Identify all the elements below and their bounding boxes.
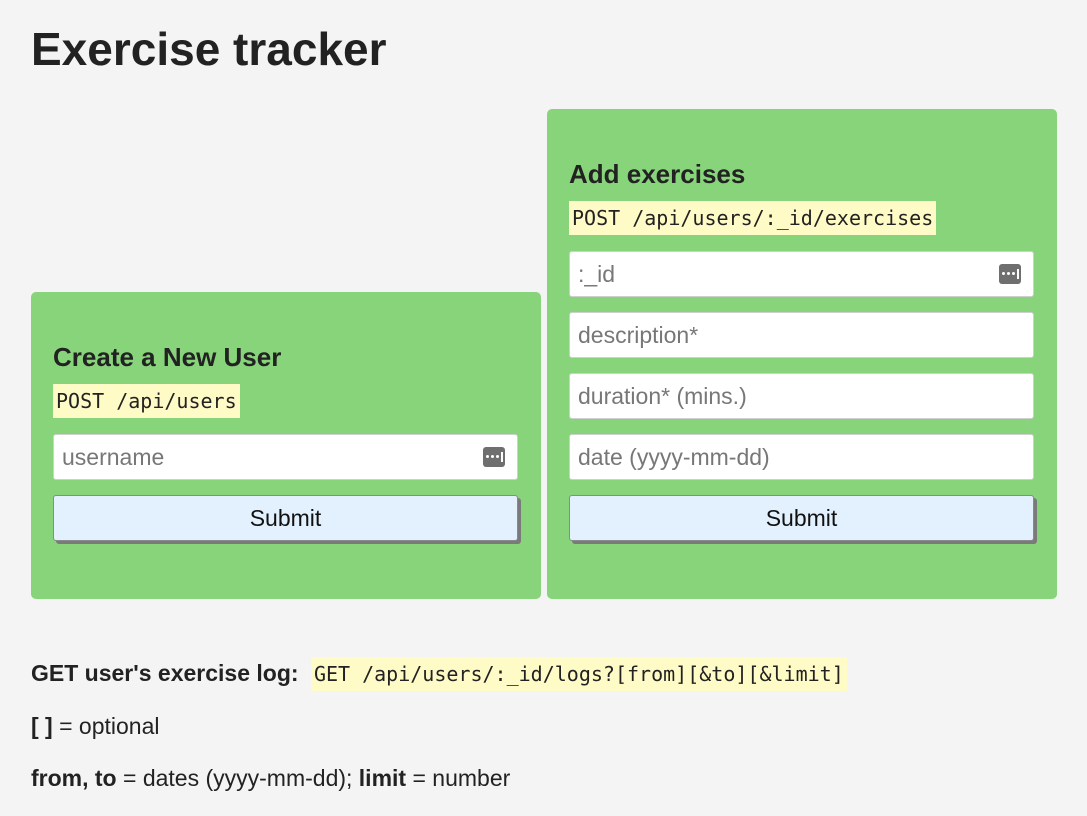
description-input[interactable] [570,313,1033,357]
password-key-icon[interactable] [483,447,505,467]
optional-legend: [ ] = optional [31,710,160,742]
add-exercise-submit-button[interactable]: Submit [569,495,1034,541]
password-key-icon[interactable] [999,264,1021,284]
username-input[interactable] [54,435,517,479]
date-input[interactable] [570,435,1033,479]
description-field-wrapper [569,312,1034,358]
add-exercise-heading: Add exercises [569,159,746,189]
log-endpoint-info: GET user's exercise log: GET /api/users/… [31,657,847,691]
optional-text: = optional [52,713,160,739]
page-title: Exercise tracker [31,23,387,75]
from-to-text: = dates (yyyy-mm-dd); [116,765,359,791]
log-endpoint-code: GET /api/users/:_id/logs?[from][&to][&li… [310,657,847,691]
create-user-fields [53,434,519,480]
add-exercise-fields [569,251,1035,480]
username-field-wrapper [53,434,518,480]
limit-text: = number [406,765,511,791]
create-user-submit-button[interactable]: Submit [53,495,518,541]
duration-field-wrapper [569,373,1034,419]
add-exercise-endpoint: POST /api/users/:_id/exercises [569,201,937,235]
limit-key: limit [358,765,407,791]
params-legend: from, to = dates (yyyy-mm-dd); limit = n… [31,762,510,794]
id-field-wrapper [569,251,1034,297]
log-endpoint-label: GET user's exercise log: [31,660,299,686]
page: Exercise tracker Create a New User POST … [0,0,1087,816]
create-user-endpoint: POST /api/users [53,384,240,418]
id-input[interactable] [570,252,1033,296]
create-user-heading: Create a New User [53,342,282,372]
from-to-key: from, to [31,765,117,791]
date-field-wrapper [569,434,1034,480]
optional-key: [ ] [31,713,53,739]
duration-input[interactable] [570,374,1033,418]
create-user-form: Create a New User POST /api/users Submit [31,292,541,599]
add-exercise-form: Add exercises POST /api/users/:_id/exerc… [547,109,1057,599]
